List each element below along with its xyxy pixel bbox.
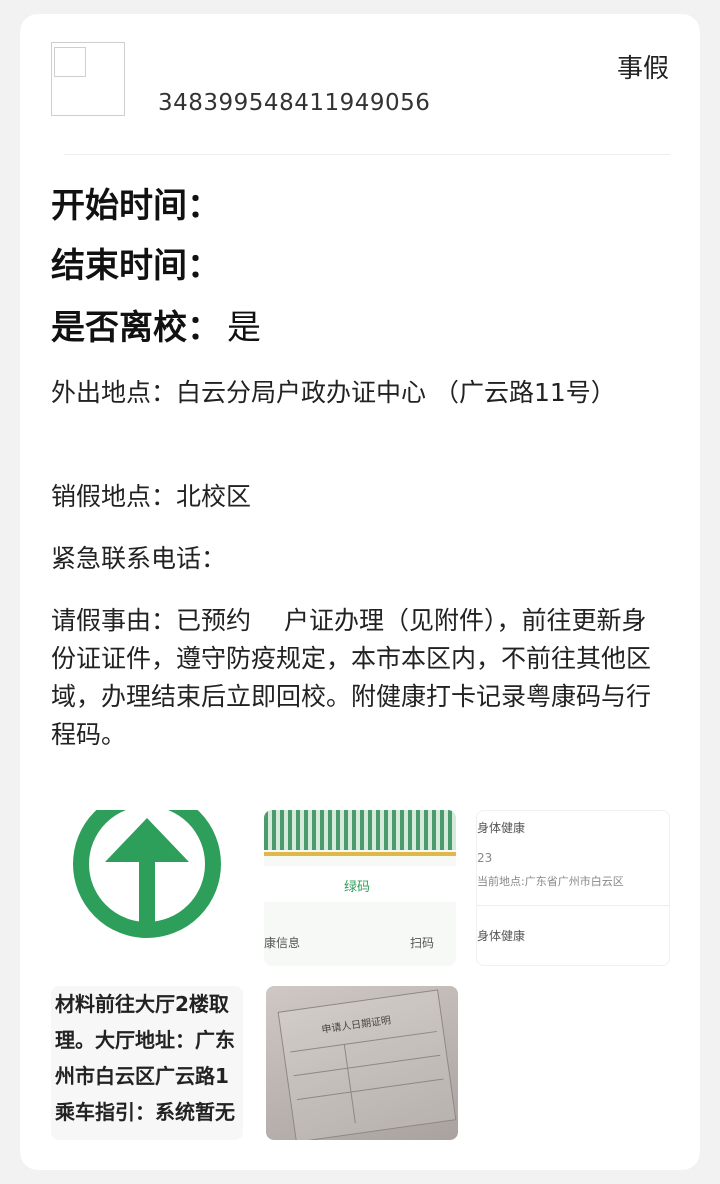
avatar-placeholder-icon [54,47,86,77]
leave-request-card: 348399548411949056 事假 开始时间： 结束时间： 是否离校：是… [20,14,700,1170]
record-divider [477,905,669,906]
emergency-contact-text: 紧急联系电话： [51,544,227,573]
attachment-office-notice[interactable]: 材料前往大厅2楼取 理。大厅地址：广东 州市白云区广云路1 乘车指引：系统暂无 [51,986,243,1140]
start-time-row: 开始时间： [51,178,221,227]
end-time-label: 结束时间： [51,246,221,286]
scan-label: 扫码 [410,936,435,950]
end-time-row: 结束时间： [51,238,221,287]
form-line [296,1078,444,1101]
attachment-form-photo[interactable]: 申请人日期证明 [266,986,458,1140]
notice-line-1: 材料前往大厅2楼取 [55,992,229,1016]
header-divider [64,154,670,155]
form-sheet: 申请人日期证明 [277,989,457,1140]
leave-campus-row: 是否离校：是 [51,300,261,349]
request-id: 348399548411949056 [158,90,431,116]
form-title: 申请人日期证明 [320,1015,392,1036]
leave-type-label: 事假 [616,54,669,84]
notice-line-2: 理。大厅地址：广东 [55,1028,235,1052]
record-line-3: 当前地点:广东省广州市白云区 [477,875,624,888]
attachment-health-code[interactable]: 绿码 康信息 扫码 [264,810,456,966]
notice-line-3: 州市白云区广云路1 [55,1064,229,1088]
leave-campus-label: 是否离校： [51,308,221,348]
gold-band [264,852,456,856]
cancel-location-text: 销假地点：北校区 [51,482,252,511]
attachment-health-record[interactable]: 身体健康 23 当前地点:广东省广州市白云区 身体健康 [476,810,670,966]
form-line [343,1043,356,1124]
green-code-label: 绿码 [344,880,371,895]
green-code-bar: 绿码 [264,866,456,902]
start-time-label: 开始时间： [51,186,221,226]
applicant-avatar [51,42,125,116]
qr-code-icon [264,810,456,850]
up-arrow-icon [73,810,221,938]
notice-line-4: 乘车指引：系统暂无 [55,1100,235,1124]
leave-campus-value: 是 [227,308,261,348]
attachment-green-arrow[interactable] [51,810,243,966]
health-info-label: 康信息 [264,936,301,950]
reason-text: 请假事由：已预约 户证办理（见附件），前往更新身份证证件，遵守防疫规定，本市本区… [51,606,652,749]
form-line [293,1054,441,1077]
record-line-1: 身体健康 [477,821,526,835]
record-line-2: 23 [477,851,493,865]
destination-text: 外出地点：白云分局户政办证中心 （广云路11号） [51,378,616,407]
record-line-4: 身体健康 [477,929,526,943]
form-line [290,1030,437,1053]
